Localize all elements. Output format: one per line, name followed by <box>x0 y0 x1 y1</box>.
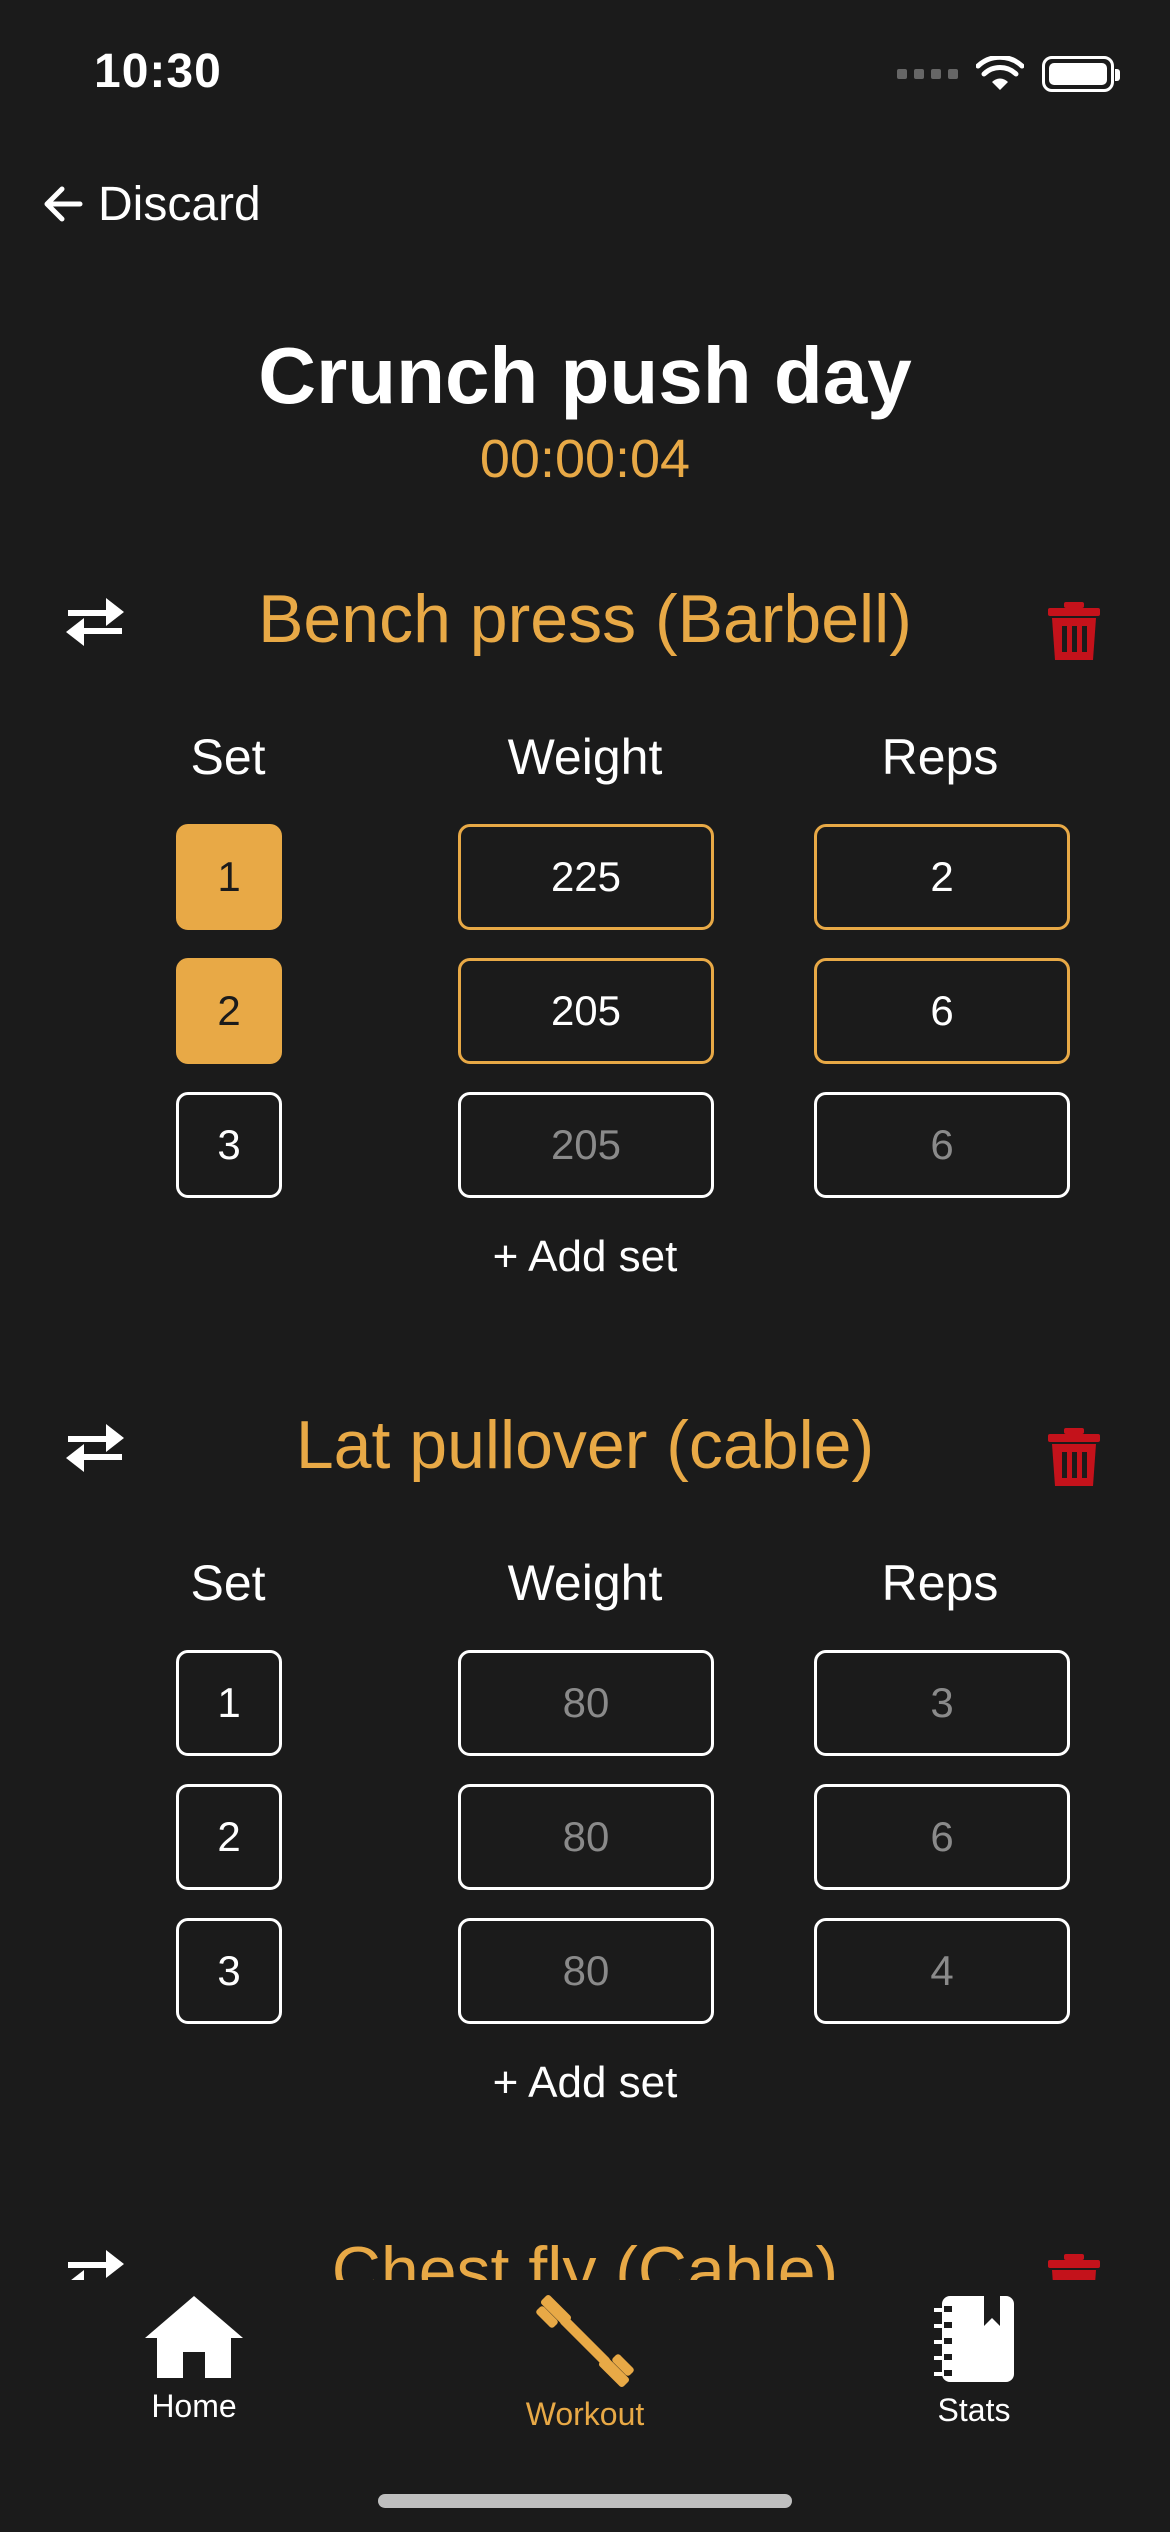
reps-input[interactable]: 4 <box>814 1918 1070 2024</box>
column-header-reps: Reps <box>881 1555 999 1611</box>
set-row: 2 205 6 <box>0 958 1170 1064</box>
reps-input[interactable]: 2 <box>814 824 1070 930</box>
tab-label: Workout <box>525 2396 645 2432</box>
exercise-header: Bench press (Barbell) <box>0 560 1170 680</box>
tab-home[interactable]: Home <box>84 2294 304 2444</box>
exercise-name: Lat pullover (cable) <box>295 1407 875 1483</box>
home-indicator[interactable] <box>378 2494 792 2508</box>
set-number-button[interactable]: 3 <box>176 1918 282 2024</box>
wifi-icon <box>976 56 1024 90</box>
reps-input[interactable]: 3 <box>814 1650 1070 1756</box>
exercise-name: Bench press (Barbell) <box>258 581 912 657</box>
arrow-left-icon <box>44 186 83 222</box>
status-time: 10:30 <box>94 45 222 98</box>
weight-input[interactable]: 80 <box>458 1918 714 2024</box>
set-number-button[interactable]: 3 <box>176 1092 282 1198</box>
trash-icon[interactable] <box>1046 2254 1102 2280</box>
exercise-name: Chest fly (Cable) <box>331 2233 839 2280</box>
set-row: 1 80 3 <box>0 1650 1170 1756</box>
column-header-weight: Weight <box>507 729 663 785</box>
discard-label: Discard <box>98 177 261 231</box>
set-row: 3 205 6 <box>0 1092 1170 1198</box>
set-row: 3 80 4 <box>0 1918 1170 2024</box>
tab-label: Stats <box>937 2392 1011 2428</box>
status-bar: 10:30 <box>0 0 1170 150</box>
exercise-list[interactable]: Bench press (Barbell) Set Weight Reps 1 … <box>0 560 1170 2280</box>
status-icons <box>897 52 1120 96</box>
workout-timer: 00:00:04 <box>479 429 691 489</box>
reps-input[interactable]: 6 <box>814 1092 1070 1198</box>
trash-icon[interactable] <box>1046 1428 1102 1488</box>
exercise-header: Chest fly (Cable) <box>0 2212 1170 2280</box>
add-set-button[interactable]: + Add set <box>0 2058 1170 2108</box>
exercise-header: Lat pullover (cable) <box>0 1386 1170 1506</box>
weight-input[interactable]: 205 <box>458 958 714 1064</box>
column-header-weight: Weight <box>507 1555 663 1611</box>
dumbbell-icon <box>536 2294 634 2388</box>
weight-input[interactable]: 225 <box>458 824 714 930</box>
home-icon <box>145 2296 243 2378</box>
set-number-button[interactable]: 1 <box>176 824 282 930</box>
tab-label: Home <box>151 2388 237 2424</box>
reps-input[interactable]: 6 <box>814 958 1070 1064</box>
discard-button[interactable]: Discard <box>40 172 261 236</box>
weight-input[interactable]: 205 <box>458 1092 714 1198</box>
set-row: 1 225 2 <box>0 824 1170 930</box>
battery-icon <box>1042 56 1120 92</box>
tab-workout[interactable]: Workout <box>475 2294 695 2444</box>
tab-stats[interactable]: Stats <box>864 2294 1084 2444</box>
weight-input[interactable]: 80 <box>458 1784 714 1890</box>
column-header-reps: Reps <box>881 729 999 785</box>
set-number-button[interactable]: 1 <box>176 1650 282 1756</box>
notebook-icon <box>934 2296 1014 2382</box>
add-set-button[interactable]: + Add set <box>0 1232 1170 1282</box>
signal-icon <box>897 52 958 96</box>
reps-input[interactable]: 6 <box>814 1784 1070 1890</box>
set-number-button[interactable]: 2 <box>176 958 282 1064</box>
workout-title: Crunch push day <box>258 331 912 420</box>
column-header-set: Set <box>190 1555 266 1611</box>
trash-icon[interactable] <box>1046 602 1102 662</box>
weight-input[interactable]: 80 <box>458 1650 714 1756</box>
set-number-button[interactable]: 2 <box>176 1784 282 1890</box>
column-header-set: Set <box>190 729 266 785</box>
set-row: 2 80 6 <box>0 1784 1170 1890</box>
